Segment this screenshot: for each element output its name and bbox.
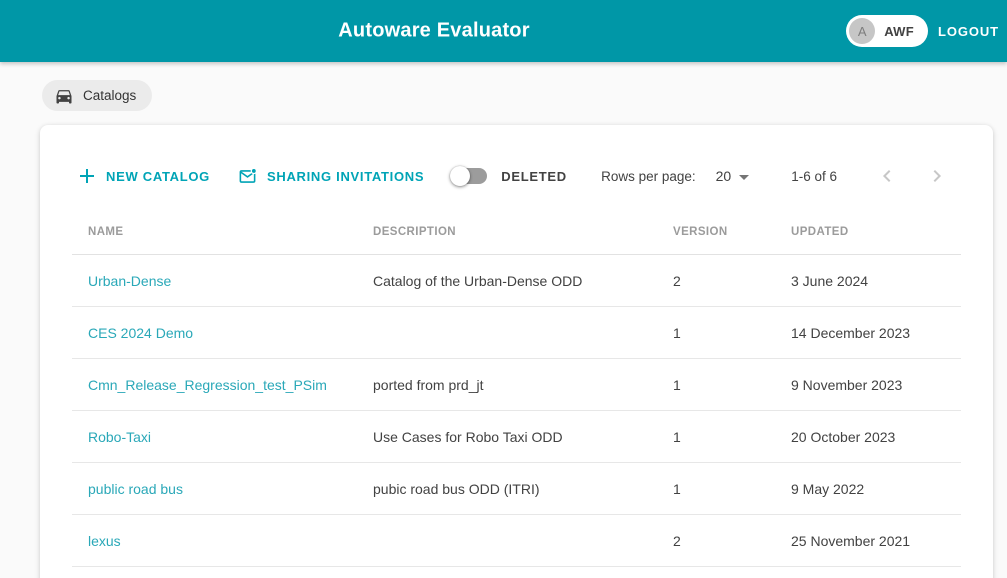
new-catalog-button[interactable]: NEW CATALOG bbox=[78, 167, 210, 185]
page-title: Autoware Evaluator bbox=[338, 19, 530, 42]
breadcrumb-catalogs[interactable]: Catalogs bbox=[42, 80, 153, 111]
catalogs-card: NEW CATALOG SHARING INVITATIONS DELETED … bbox=[40, 125, 993, 578]
plus-icon bbox=[78, 167, 96, 185]
catalog-updated: 25 November 2021 bbox=[791, 532, 911, 549]
catalog-description: Catalog of the Urban-Dense ODD bbox=[373, 272, 583, 289]
catalog-version: 1 bbox=[673, 480, 681, 497]
previous-page-button[interactable] bbox=[875, 164, 899, 188]
caret-down-icon bbox=[739, 174, 750, 180]
user-menu-chip[interactable]: A AWF bbox=[846, 15, 928, 47]
catalog-name-link[interactable]: lexus bbox=[88, 533, 373, 549]
catalog-updated: 3 June 2024 bbox=[791, 272, 869, 289]
column-header-description: DESCRIPTION bbox=[373, 226, 456, 238]
table-row[interactable]: lexus 2 25 November 2021 bbox=[72, 515, 961, 567]
avatar: A bbox=[849, 18, 876, 44]
table-body: Urban-Dense Catalog of the Urban-Dense O… bbox=[40, 255, 993, 567]
app-header: Autoware Evaluator A AWF LOGOUT bbox=[0, 0, 1007, 62]
catalog-name-link[interactable]: CES 2024 Demo bbox=[88, 325, 373, 341]
catalog-updated: 14 December 2023 bbox=[791, 324, 911, 341]
deleted-toggle[interactable] bbox=[450, 166, 488, 186]
column-header-version: VERSION bbox=[673, 226, 728, 238]
table-row[interactable]: Robo-Taxi Use Cases for Robo Taxi ODD 1 … bbox=[72, 411, 961, 463]
mail-unread-icon bbox=[238, 167, 257, 186]
sharing-invitations-label: SHARING INVITATIONS bbox=[266, 168, 425, 184]
catalog-name-link[interactable]: public road bus bbox=[88, 481, 373, 497]
avatar-initial: A bbox=[857, 23, 867, 39]
next-page-button[interactable] bbox=[925, 164, 949, 188]
catalogs-toolbar: NEW CATALOG SHARING INVITATIONS DELETED … bbox=[40, 153, 993, 199]
catalog-name-link[interactable]: Robo-Taxi bbox=[88, 429, 373, 445]
rows-per-page-value: 20 bbox=[715, 168, 732, 184]
rows-per-page-label: Rows per page: bbox=[601, 168, 696, 184]
catalog-updated: 9 November 2023 bbox=[791, 376, 903, 393]
catalog-updated: 20 October 2023 bbox=[791, 428, 896, 445]
table-header-row: NAME DESCRIPTION VERSION UPDATED bbox=[72, 210, 961, 255]
catalog-name-link[interactable]: Cmn_Release_Regression_test_PSim bbox=[88, 377, 373, 393]
catalog-version: 1 bbox=[673, 428, 681, 445]
catalog-version: 1 bbox=[673, 376, 681, 393]
column-header-name: NAME bbox=[88, 226, 124, 238]
new-catalog-label: NEW CATALOG bbox=[106, 168, 210, 184]
catalog-description: ported from prd_jt bbox=[373, 376, 484, 393]
catalog-updated: 9 May 2022 bbox=[791, 480, 865, 497]
table-row[interactable]: public road bus pubic road bus ODD (ITRI… bbox=[72, 463, 961, 515]
user-name: AWF bbox=[884, 23, 914, 39]
breadcrumb-label: Catalogs bbox=[83, 88, 137, 103]
catalog-name-link[interactable]: Urban-Dense bbox=[88, 273, 373, 289]
table-row[interactable]: Urban-Dense Catalog of the Urban-Dense O… bbox=[72, 255, 961, 307]
table-row[interactable]: Cmn_Release_Regression_test_PSim ported … bbox=[72, 359, 961, 411]
catalog-description: Use Cases for Robo Taxi ODD bbox=[373, 428, 563, 445]
catalog-description: pubic road bus ODD (ITRI) bbox=[373, 480, 540, 497]
sharing-invitations-button[interactable]: SHARING INVITATIONS bbox=[238, 167, 424, 186]
table-row[interactable]: CES 2024 Demo 1 14 December 2023 bbox=[72, 307, 961, 359]
rows-per-page-select[interactable]: 20 bbox=[716, 168, 750, 184]
pagination-range-label: 1-6 of 6 bbox=[791, 168, 837, 184]
column-header-updated: UPDATED bbox=[791, 226, 849, 238]
catalog-version: 2 bbox=[673, 532, 681, 549]
deleted-toggle-label: DELETED bbox=[501, 168, 567, 184]
car-icon bbox=[54, 86, 74, 106]
deleted-toggle-group: DELETED bbox=[450, 166, 567, 186]
catalog-version: 2 bbox=[673, 272, 681, 289]
logout-button[interactable]: LOGOUT bbox=[938, 0, 999, 62]
pagination-controls: Rows per page: 20 1-6 of 6 bbox=[601, 164, 949, 188]
catalog-version: 1 bbox=[673, 324, 681, 341]
